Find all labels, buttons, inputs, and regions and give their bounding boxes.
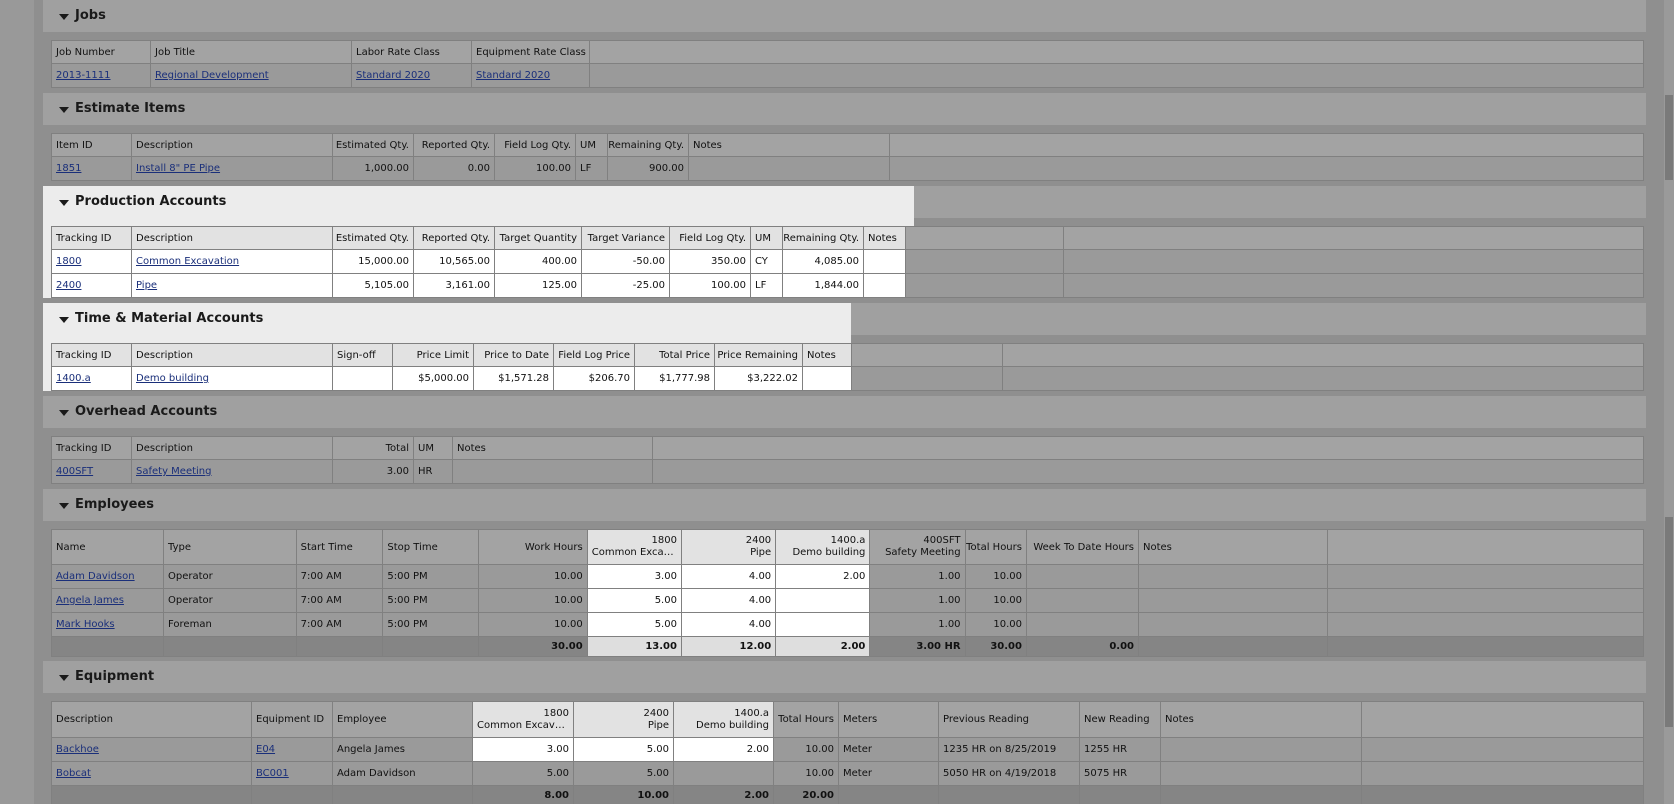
table-row: Backhoe E04 Angela James 3.00 5.00 2.00 …: [51, 738, 1644, 762]
employee-name-link[interactable]: Angela James: [56, 595, 124, 606]
scrollbar-thumb-lower[interactable]: [1665, 517, 1673, 727]
description-link[interactable]: Demo building: [136, 373, 209, 384]
job-number-link[interactable]: 2013-1111: [56, 70, 111, 81]
item-description-link[interactable]: Install 8" PE Pipe: [136, 163, 220, 174]
header-job-number: Job Number: [51, 40, 151, 64]
section-title: Overhead Accounts: [75, 404, 218, 419]
table-row: 1851 Install 8" PE Pipe 1,000.00 0.00 10…: [51, 157, 1644, 181]
section-estimate-items[interactable]: Estimate Items: [43, 93, 1646, 125]
production-highlight: Production Accounts: [43, 186, 914, 218]
section-title: Employees: [75, 497, 154, 512]
labor-rate-link[interactable]: Standard 2020: [356, 70, 430, 81]
section-equipment[interactable]: Equipment: [43, 661, 1646, 693]
job-title-link[interactable]: Regional Development: [155, 70, 269, 81]
header-equipment-rate-class: Equipment Rate Class: [472, 40, 590, 64]
collapse-triangle-icon[interactable]: [59, 503, 69, 509]
table-row: Adam Davidson Operator 7:00 AM 5:00 PM 1…: [51, 565, 1644, 589]
table-row: 400SFT Safety Meeting 3.00 HR: [51, 460, 1644, 484]
table-row: 2013-1111 Regional Development Standard …: [51, 64, 1644, 88]
section-title: Jobs: [75, 8, 106, 23]
table-row: 1400.a Demo building $5,000.00 $1,571.28…: [51, 367, 1644, 391]
scrollbar-thumb[interactable]: [1665, 95, 1673, 180]
collapse-triangle-icon[interactable]: [59, 675, 69, 681]
employee-name-link[interactable]: Adam Davidson: [56, 571, 135, 582]
equipment-id-link[interactable]: E04: [256, 744, 275, 755]
item-id-link[interactable]: 1851: [56, 163, 81, 174]
table-row: 2400 Pipe 5,105.00 3,161.00 125.00 -25.0…: [51, 274, 1644, 298]
section-title: Equipment: [75, 669, 155, 684]
section-employees[interactable]: Employees: [43, 489, 1646, 521]
equipment-rate-link[interactable]: Standard 2020: [476, 70, 550, 81]
equipment-description-link[interactable]: Backhoe: [56, 744, 99, 755]
header-labor-rate-class: Labor Rate Class: [352, 40, 472, 64]
collapse-triangle-icon[interactable]: [59, 107, 69, 113]
description-link[interactable]: Safety Meeting: [136, 466, 211, 477]
employee-name-link[interactable]: Mark Hooks: [56, 619, 115, 630]
tracking-id-link[interactable]: 1800: [56, 256, 81, 267]
jobs-header-row: Job Number Job Title Labor Rate Class Eq…: [51, 40, 1644, 64]
tracking-id-link[interactable]: 1400.a: [56, 373, 91, 384]
tracking-id-link[interactable]: 2400: [56, 280, 81, 291]
table-row: 1800 Common Excavation 15,000.00 10,565.…: [51, 250, 1644, 274]
production-header-row: Tracking ID Description Estimated Qty. R…: [51, 226, 1644, 250]
table-row: Mark Hooks Foreman 7:00 AM 5:00 PM 10.00…: [51, 613, 1644, 637]
equipment-totals-row: 8.00 10.00 2.00 20.00: [51, 786, 1644, 804]
equipment-description-link[interactable]: Bobcat: [56, 768, 91, 779]
section-title: Estimate Items: [75, 101, 186, 116]
section-title: Time & Material Accounts: [75, 311, 264, 326]
collapse-triangle-icon[interactable]: [59, 14, 69, 20]
employees-totals-row: 30.00 13.00 12.00 2.00 3.00 HR 30.00 0.0…: [51, 637, 1644, 657]
estimate-header-row: Item ID Description Estimated Qty. Repor…: [51, 133, 1644, 157]
description-link[interactable]: Common Excavation: [136, 256, 239, 267]
equipment-id-link[interactable]: BC001: [256, 768, 289, 779]
section-jobs[interactable]: Jobs: [43, 0, 1646, 32]
table-row: Bobcat BC001 Adam Davidson 5.00 5.00 10.…: [51, 762, 1644, 786]
header-job-title: Job Title: [151, 40, 352, 64]
section-overhead-accounts[interactable]: Overhead Accounts: [43, 396, 1646, 428]
description-link[interactable]: Pipe: [136, 280, 157, 291]
left-margin: [0, 0, 34, 804]
table-row: Angela James Operator 7:00 AM 5:00 PM 10…: [51, 589, 1644, 613]
header-filler: [590, 40, 1644, 64]
collapse-triangle-icon[interactable]: [59, 410, 69, 416]
tracking-id-link[interactable]: 400SFT: [56, 466, 93, 477]
tm-highlight: Time & Material Accounts: [43, 303, 851, 335]
